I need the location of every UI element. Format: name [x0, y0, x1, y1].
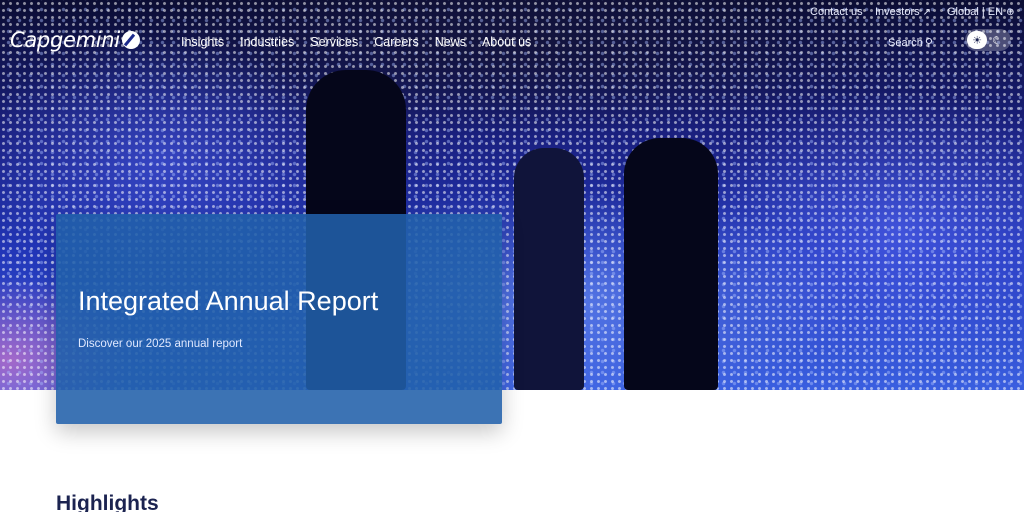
utility-bar: Contact us Investors ↗ Global | EN ⊕	[0, 0, 1024, 24]
language-selector-label: Global | EN	[947, 6, 1004, 18]
nav-item-insights[interactable]: Insights	[181, 35, 224, 49]
nav-item-services[interactable]: Services	[310, 35, 358, 49]
nav-item-careers[interactable]: Careers	[374, 35, 418, 49]
capgemini-logo[interactable]: Capgemini	[10, 28, 140, 52]
person-silhouette	[624, 138, 718, 390]
moon-icon[interactable]: ☾	[987, 31, 1007, 49]
investors-link-label: Investors	[875, 6, 920, 18]
investors-link[interactable]: Investors ↗	[875, 6, 931, 18]
search-button[interactable]: Search ⚲	[888, 36, 933, 49]
contact-us-link[interactable]: Contact us	[810, 6, 863, 18]
external-link-icon: ↗	[922, 7, 932, 18]
language-selector[interactable]: Global | EN ⊕	[947, 6, 1014, 18]
nav-item-about-us[interactable]: About us	[482, 35, 531, 49]
theme-toggle[interactable]: ☀ ☾	[965, 29, 1011, 51]
highlights-heading: Highlights	[56, 492, 159, 512]
search-icon: ⚲	[924, 37, 933, 49]
hero-subtitle: Discover our 2025 annual report	[78, 338, 243, 350]
nav-item-news[interactable]: News	[435, 35, 466, 49]
hero-card[interactable]: Integrated Annual Report Discover our 20…	[56, 214, 502, 424]
nav-item-industries[interactable]: Industries	[240, 35, 294, 49]
main-nav: Insights Industries Services Careers New…	[181, 35, 547, 49]
hero-title: Integrated Annual Report	[78, 286, 379, 316]
logo-text: Capgemini	[10, 28, 120, 52]
person-silhouette	[514, 148, 584, 390]
search-label: Search	[888, 37, 923, 49]
sun-icon[interactable]: ☀	[967, 31, 987, 49]
globe-icon: ⊕	[1006, 7, 1015, 18]
spade-icon	[121, 31, 140, 49]
